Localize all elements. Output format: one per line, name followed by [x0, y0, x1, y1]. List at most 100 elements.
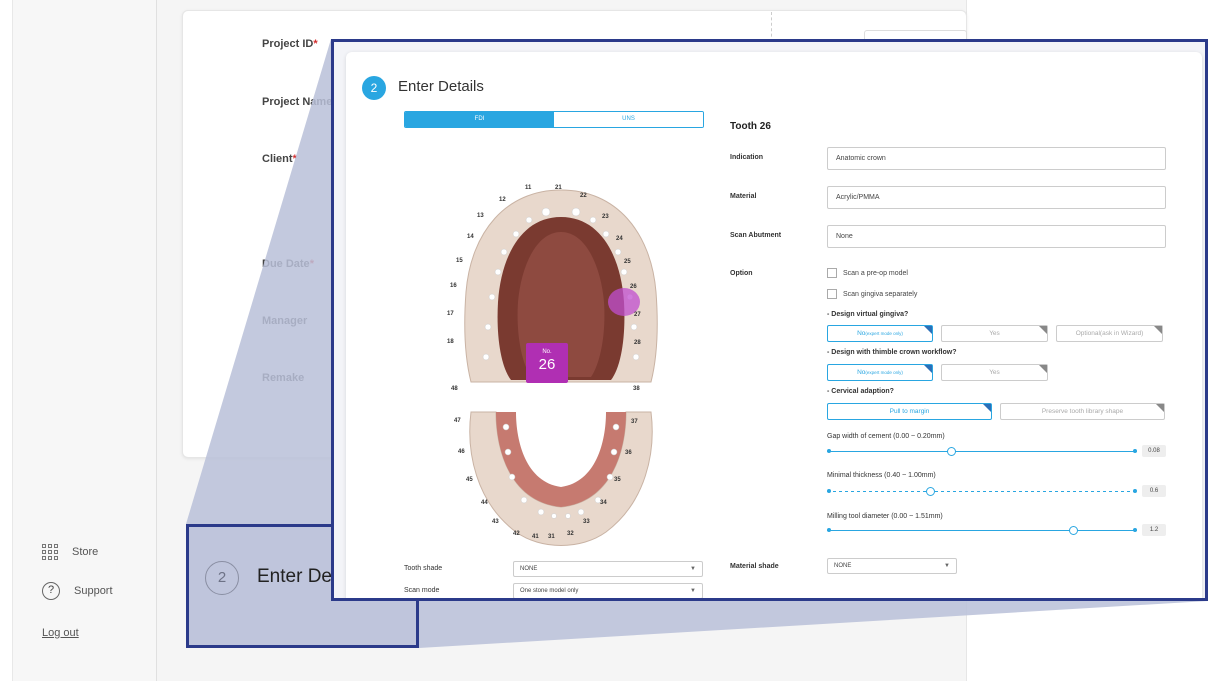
screenshot-stage: Project ID* Project Name Client* Due Dat… [0, 0, 1208, 681]
material-shade-label: Material shade [730, 563, 779, 570]
tooth-number[interactable]: 18 [447, 339, 454, 345]
gingiva-yes-button[interactable]: Yes [941, 325, 1048, 342]
tooth-number[interactable]: 31 [548, 534, 555, 540]
tooth-number[interactable]: 47 [454, 418, 461, 424]
button-note: (expert mode only) [865, 331, 903, 336]
caret-down-icon: ▼ [690, 566, 696, 572]
thimble-no-button[interactable]: No(expert mode only) [827, 364, 933, 381]
checkbox-label: Scan a pre-op model [843, 269, 908, 277]
tooth-number[interactable]: 32 [567, 531, 574, 537]
select-value: NONE [834, 563, 852, 569]
milling-tool-slider[interactable] [827, 526, 1137, 535]
scan-mode-select[interactable]: One stone model only ▼ [513, 583, 703, 598]
step-title: Enter Det [257, 566, 338, 587]
min-thickness-slider[interactable] [827, 487, 1137, 496]
tooth-number[interactable]: 16 [450, 283, 457, 289]
gingiva-optional-button[interactable]: Optional(ask in Wizard) [1056, 325, 1163, 342]
slider-end-dot [1133, 528, 1137, 532]
tooth-number[interactable]: 25 [624, 259, 631, 265]
slider-start-dot [827, 528, 831, 532]
question-icon: ? [42, 582, 60, 600]
checkbox[interactable] [827, 268, 837, 278]
slider-handle[interactable] [926, 487, 936, 496]
slider-handle[interactable] [1069, 526, 1079, 535]
checkbox-label: Scan gingiva separately [843, 290, 918, 298]
material-field[interactable]: Acrylic/PMMA [827, 186, 1166, 209]
material-shade-select[interactable]: NONE ▼ [827, 558, 957, 574]
tooth-title: Tooth 26 [730, 121, 771, 132]
thimble-question: - Design with thimble crown workflow? [827, 349, 957, 356]
tooth-shade-label: Tooth shade [404, 565, 443, 572]
remake-label: Remake [262, 372, 305, 384]
checkbox[interactable] [827, 289, 837, 299]
slider-label: Minimal thickness (0.40 ~ 1.00mm) [827, 472, 936, 479]
slider-start-dot [827, 449, 831, 453]
tooth-number[interactable]: 36 [625, 450, 632, 456]
tooth-number[interactable]: 45 [466, 477, 473, 483]
tooth-number[interactable]: 22 [580, 193, 587, 199]
slider-value: 0.08 [1142, 445, 1166, 457]
button-label: Pull to margin [889, 408, 930, 415]
preserve-shape-button[interactable]: Preserve tooth library shape [1000, 403, 1165, 420]
slider-value: 0.6 [1142, 485, 1166, 497]
notation-toggle: FDI UNS [404, 111, 704, 128]
tab-fdi[interactable]: FDI [405, 112, 554, 127]
tooth-number[interactable]: 33 [583, 519, 590, 525]
tooth-shade-select[interactable]: NONE ▼ [513, 561, 703, 577]
scan-mode-label: Scan mode [404, 587, 440, 594]
select-value: One stone model only [520, 588, 579, 594]
tab-uns[interactable]: UNS [554, 112, 703, 127]
tooth-number[interactable]: 17 [447, 311, 454, 317]
tooth-number[interactable]: 41 [532, 534, 539, 540]
tooth-number[interactable]: 35 [614, 477, 621, 483]
pull-to-margin-button[interactable]: Pull to margin [827, 403, 992, 420]
cervical-question: - Cervical adaption? [827, 388, 894, 395]
cement-gap-slider[interactable] [827, 447, 1137, 456]
slider-label: Milling tool diameter (0.00 ~ 1.51mm) [827, 513, 943, 520]
step-number-circle: 2 [205, 561, 239, 595]
sidebar-item-store[interactable]: Store [42, 544, 98, 560]
tooth-number[interactable]: 21 [555, 185, 562, 191]
slider-end-dot [1133, 489, 1137, 493]
grid-icon [42, 544, 58, 560]
slider-handle[interactable] [947, 447, 956, 456]
scan-abutment-field[interactable]: None [827, 225, 1166, 248]
tooth-number[interactable]: 28 [634, 340, 641, 346]
manager-label: Manager [262, 315, 308, 327]
project-id-label: Project ID* [262, 38, 318, 50]
tooth-number[interactable]: 44 [481, 500, 488, 506]
preop-model-checkbox[interactable]: Scan a pre-op model [827, 268, 908, 278]
tooth-number[interactable]: 46 [458, 449, 465, 455]
logout-link[interactable]: Log out [42, 627, 79, 639]
tooth-number[interactable]: 43 [492, 519, 499, 525]
button-label: Optional(ask in Wizard) [1075, 330, 1144, 337]
tooth-number[interactable]: 27 [634, 312, 641, 318]
tooth-number[interactable]: 23 [602, 214, 609, 220]
tooth-number[interactable]: 48 [451, 386, 458, 392]
gingiva-separately-checkbox[interactable]: Scan gingiva separately [827, 289, 917, 299]
slider-value: 1.2 [1142, 524, 1166, 536]
indication-field[interactable]: Anatomic crown [827, 147, 1166, 170]
tooth-number[interactable]: 24 [616, 236, 623, 242]
step-number-circle: 2 [362, 76, 386, 100]
option-label: Option [730, 270, 753, 277]
sidebar-item-support[interactable]: ? Support [42, 582, 113, 600]
indication-label: Indication [730, 154, 764, 161]
gingiva-no-button[interactable]: No(expert mode only) [827, 325, 933, 342]
button-label: Yes [989, 369, 1000, 376]
tooth-number[interactable]: 37 [631, 419, 638, 425]
tooth-number[interactable]: 42 [513, 531, 520, 537]
tooth-number[interactable]: 38 [633, 386, 640, 392]
enter-details-card: 2 Enter Details FDI UNS 11 21 12 22 13 2… [346, 52, 1202, 598]
badge-value: 26 [538, 356, 556, 373]
tooth-number[interactable]: 11 [525, 185, 531, 191]
thimble-yes-button[interactable]: Yes [941, 364, 1048, 381]
tooth-number[interactable]: 12 [499, 197, 506, 203]
step-title: Enter Details [398, 78, 484, 95]
tooth-number[interactable]: 15 [456, 258, 463, 264]
tooth-number[interactable]: 14 [467, 234, 474, 240]
tooth-number[interactable]: 34 [600, 500, 607, 506]
tooth-number[interactable]: 26 [630, 284, 637, 290]
tooth-number[interactable]: 13 [477, 213, 484, 219]
caret-down-icon: ▼ [944, 563, 950, 569]
